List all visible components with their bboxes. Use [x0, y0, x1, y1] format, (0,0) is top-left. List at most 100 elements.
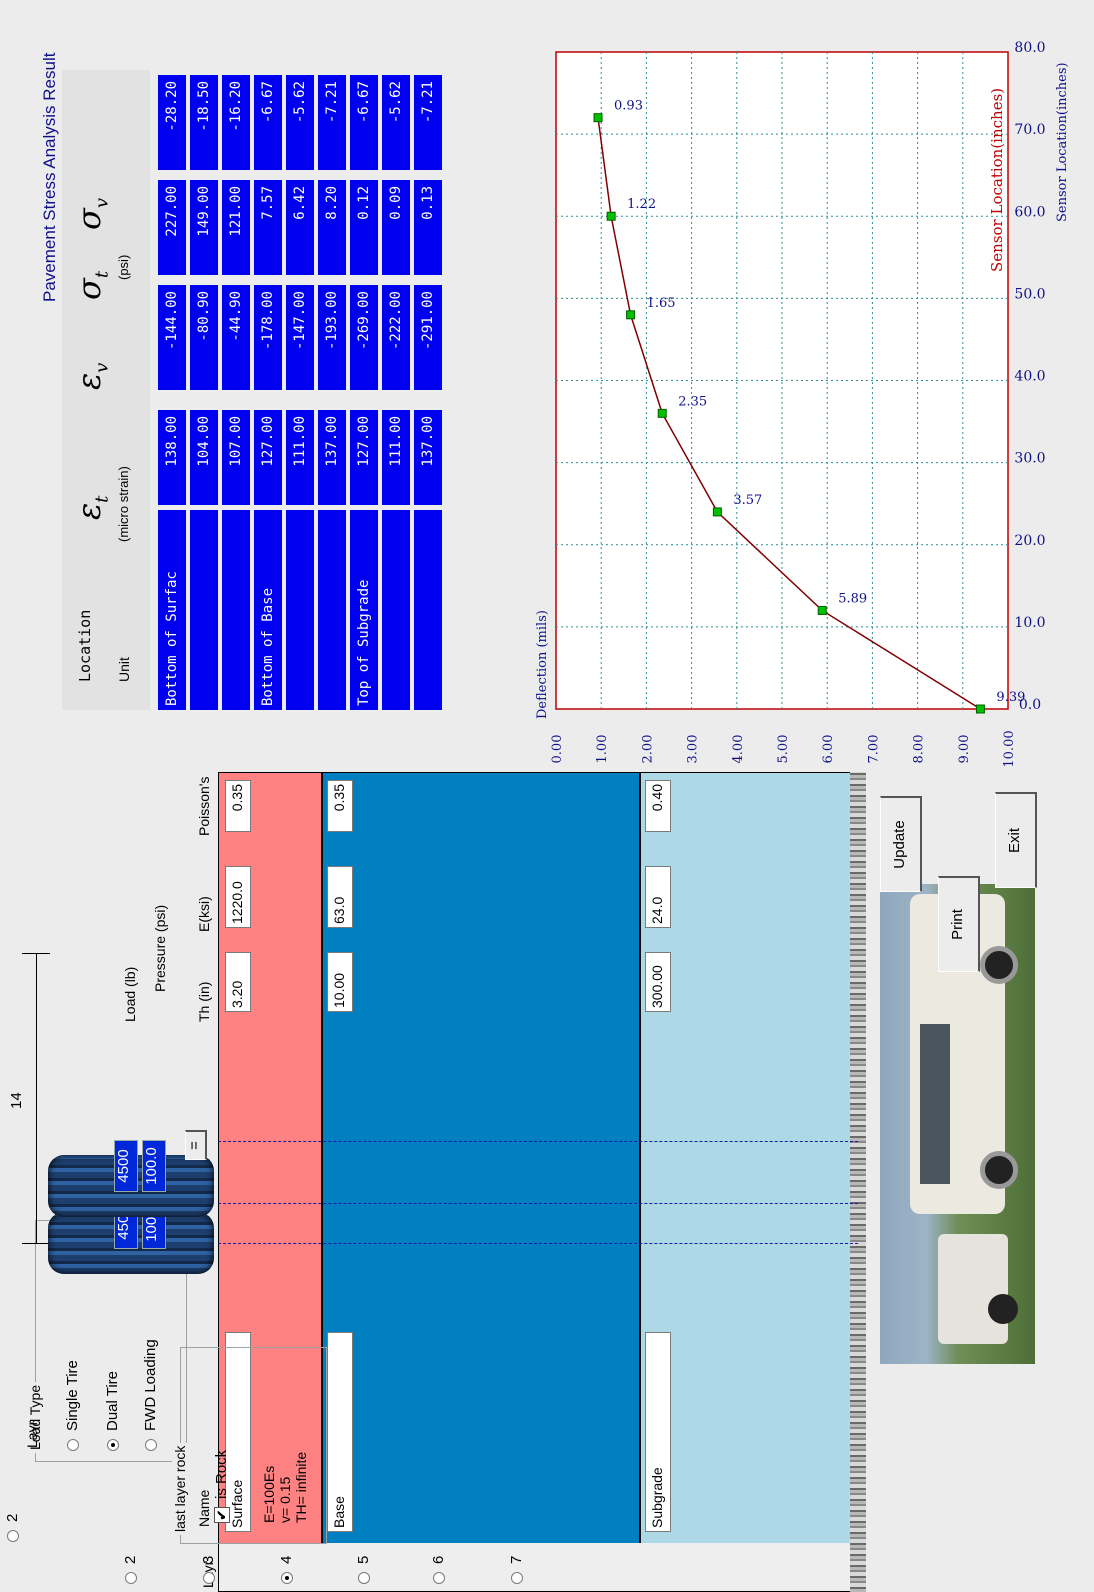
- radio-label: 6: [430, 1555, 447, 1564]
- x-tick-label: 30.0: [1014, 451, 1045, 467]
- poisson-input[interactable]: 0.35: [225, 780, 251, 832]
- stress-cell-et: 111.00: [382, 410, 410, 505]
- radio-indicator[interactable]: [357, 1572, 370, 1584]
- stress-cell-et: 138.00: [158, 410, 186, 505]
- thickness-input[interactable]: 3.20: [225, 952, 251, 1012]
- stress-cell-st: 8.20: [318, 180, 346, 275]
- poisson-input[interactable]: 0.35: [327, 780, 353, 832]
- app-window: Load Type Single Tire Dual Tire FWD Load…: [0, 0, 1094, 1592]
- y-tick-label: 4.00: [731, 735, 746, 764]
- y-tick-label: 1.00: [595, 735, 610, 764]
- location-header: Location: [76, 609, 94, 682]
- stress-row-location: [222, 510, 250, 710]
- y-axis-label: Deflection (mils): [535, 610, 550, 719]
- deflection-point: [975, 704, 985, 714]
- stress-cell-sv: -7.21: [414, 75, 442, 170]
- layer-count-radio-3[interactable]: 3: [200, 1556, 217, 1584]
- modulus-input[interactable]: 63.0: [327, 866, 353, 928]
- x-tick-label: 50.0: [1014, 286, 1045, 302]
- deflection-data-label: 0.93: [614, 99, 643, 114]
- radio-label: 3: [200, 1555, 217, 1564]
- y-tick-label: 8.00: [912, 735, 927, 764]
- rock-v-text: v= 0.15: [277, 1476, 293, 1523]
- epsilon-v-symbol: εv: [70, 362, 113, 390]
- stress-cell-et: 107.00: [222, 410, 250, 505]
- x-tick-label: 40.0: [1014, 369, 1045, 385]
- modulus-header: E(ksi): [196, 896, 212, 932]
- stress-cell-ev: -147.00: [286, 285, 314, 390]
- layer-name-input[interactable]: Base: [327, 1332, 353, 1532]
- stress-cell-st: 0.13: [414, 180, 442, 275]
- layer-count-radio-5[interactable]: 5: [355, 1556, 372, 1584]
- stress-cell-sv: -6.67: [350, 75, 378, 170]
- stress-cell-sv: -5.62: [286, 75, 314, 170]
- radio-indicator[interactable]: [6, 1530, 19, 1542]
- stress-cell-sv: -5.62: [382, 75, 410, 170]
- is-rock-label: is Rock: [213, 1449, 230, 1499]
- stress-row-location: [382, 510, 410, 710]
- radio-indicator[interactable]: [510, 1572, 523, 1584]
- modulus-input[interactable]: 1220.0: [225, 866, 251, 928]
- layer-count-radio-7[interactable]: 7: [508, 1556, 525, 1584]
- tire-right-pressure-input[interactable]: 100.0: [142, 1140, 166, 1192]
- thickness-header: Th (in): [196, 981, 212, 1022]
- stress-cell-ev: -44.90: [222, 285, 250, 390]
- stress-cell-ev: -222.00: [382, 285, 410, 390]
- x-tick-label: 60.0: [1014, 204, 1045, 220]
- stress-cell-et: 137.00: [318, 410, 346, 505]
- radio-indicator[interactable]: [280, 1572, 293, 1584]
- stress-cell-st: 6.42: [286, 180, 314, 275]
- stress-cell-et: 127.00: [350, 410, 378, 505]
- deflection-data-label: 2.35: [678, 394, 707, 409]
- y-tick-label: 3.00: [686, 735, 701, 764]
- last-layer-title: last layer rock: [172, 1442, 188, 1535]
- radio-label: 4: [278, 1555, 295, 1564]
- stress-cell-et: 111.00: [286, 410, 314, 505]
- radio-indicator[interactable]: [124, 1572, 137, 1584]
- stress-cell-sv: -6.67: [254, 75, 282, 170]
- micro-strain-unit: (micro strain): [116, 466, 131, 542]
- epsilon-t-symbol: εt: [70, 495, 113, 520]
- y-tick-label: 2.00: [640, 735, 655, 764]
- stress-cell-et: 127.00: [254, 410, 282, 505]
- rotated-canvas: Load Type Single Tire Dual Tire FWD Load…: [0, 0, 1094, 1592]
- radio-label: 7: [508, 1555, 525, 1564]
- deflection-data-label: 5.89: [838, 591, 867, 606]
- layer-count-radio-4[interactable]: 4: [278, 1556, 295, 1584]
- layer-count-radio-2[interactable]: 2: [122, 1556, 139, 1584]
- y-tick-label: 0.00: [550, 735, 565, 764]
- psi-unit: (psi): [116, 254, 131, 280]
- tire-spacing-dimension: 14: [8, 953, 50, 1244]
- deflection-point: [712, 507, 722, 517]
- thickness-input[interactable]: 10.00: [327, 952, 353, 1012]
- deflection-chart: 0.010.020.030.040.050.060.070.080.00.00 1…: [535, 40, 1070, 768]
- checkbox-check-icon[interactable]: ✔: [213, 1507, 230, 1523]
- stress-cell-ev: -269.00: [350, 285, 378, 390]
- stress-cell-ev: -80.90: [190, 285, 218, 390]
- tire-right-load-input[interactable]: 4500: [114, 1140, 138, 1192]
- y-tick-label: 9.00: [957, 735, 972, 764]
- stress-cell-ev: -178.00: [254, 285, 282, 390]
- radio-indicator[interactable]: [432, 1572, 445, 1584]
- tire-spacing-value: 14: [8, 1092, 25, 1109]
- stress-cell-ev: -291.00: [414, 285, 442, 390]
- layer-count-radio[interactable]: 2: [4, 1514, 21, 1542]
- radio-indicator[interactable]: [202, 1572, 215, 1584]
- rock-e-text: E=100Es: [261, 1465, 277, 1523]
- stress-cell-st: 149.00: [190, 180, 218, 275]
- stress-cell-sv: -18.50: [190, 75, 218, 170]
- unit-header: Unit: [116, 657, 132, 682]
- last-layer-group: last layer rock ✔ is Rock E=100Es v= 0.1…: [172, 1347, 327, 1544]
- stress-cell-sv: -28.20: [158, 75, 186, 170]
- stress-cell-sv: -16.20: [222, 75, 250, 170]
- deflection-point: [606, 211, 616, 221]
- pressure-label: Pressure (psi): [152, 904, 168, 992]
- layer-count-radio-6[interactable]: 6: [430, 1556, 447, 1584]
- stress-row-location: Bottom of Base: [254, 510, 282, 710]
- is-rock-checkbox[interactable]: ✔ is Rock: [213, 1450, 230, 1523]
- stress-cell-sv: -7.21: [318, 75, 346, 170]
- equal-tires-button[interactable]: =: [185, 1130, 207, 1160]
- deflection-point: [817, 605, 827, 615]
- stress-cell-st: 7.57: [254, 180, 282, 275]
- x-tick-label: 20.0: [1014, 533, 1045, 549]
